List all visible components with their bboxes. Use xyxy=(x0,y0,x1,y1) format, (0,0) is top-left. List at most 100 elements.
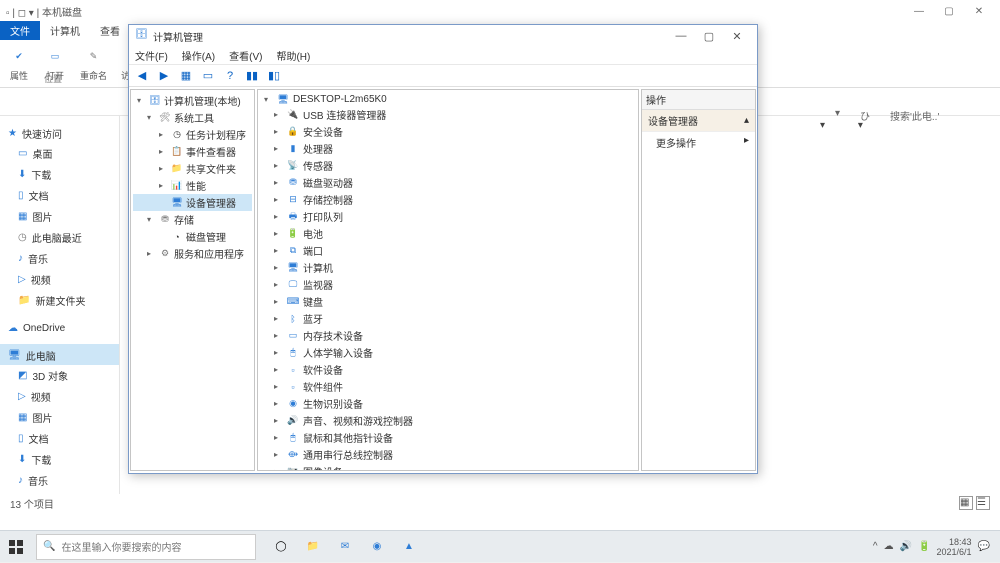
mgmt-app-icon: 🗄 xyxy=(135,29,149,43)
tree-storage[interactable]: ▾⛃存储 xyxy=(133,211,252,228)
device-category[interactable]: ▸⊟存储控制器 xyxy=(262,191,634,208)
sidebar-item[interactable]: ▦图片 xyxy=(0,407,119,428)
device-category[interactable]: ▸◉生物识别设备 xyxy=(262,395,634,412)
sidebar-item[interactable]: ▷视频 xyxy=(0,386,119,407)
start-button[interactable] xyxy=(0,531,32,563)
taskbar-search[interactable]: 🔍在这里输入你要搜索的内容 xyxy=(36,534,256,560)
toolbar-help-button[interactable]: ? xyxy=(221,67,239,85)
tree-device-manager[interactable]: 🖥设备管理器 xyxy=(133,194,252,211)
ribbon-tab-computer[interactable]: 计算机 xyxy=(40,21,90,40)
sidebar-item[interactable]: ◩3D 对象 xyxy=(0,365,119,386)
device-category[interactable]: ▸▫软件组件 xyxy=(262,378,634,395)
tray-onedrive-icon[interactable]: ☁ xyxy=(884,541,894,552)
open-icon: ▭ xyxy=(44,45,66,67)
device-category[interactable]: ▸⟴通用串行总线控制器 xyxy=(262,446,634,463)
event-icon: 📋 xyxy=(171,146,183,158)
device-category[interactable]: ▸🔋电池 xyxy=(262,225,634,242)
taskbar-app[interactable]: ▲ xyxy=(394,532,424,562)
toolbar-back-button[interactable]: ◀ xyxy=(133,67,151,85)
taskbar-explorer[interactable]: 📁 xyxy=(298,532,328,562)
actions-more[interactable]: 更多操作▸ xyxy=(642,132,755,153)
device-rootAlphaComputer[interactable]: ▾🖥DESKTOP-L2m65K0 xyxy=(262,92,634,106)
ribbon-rename[interactable]: ✎重命名 xyxy=(80,45,107,82)
menu-file[interactable]: 文件(F) xyxy=(133,48,170,63)
taskbar-mail[interactable]: ✉ xyxy=(330,532,360,562)
menu-view[interactable]: 查看(V) xyxy=(227,48,264,63)
device-category[interactable]: ▸🖱人体学输入设备 xyxy=(262,344,634,361)
sidebar-quick-access[interactable]: ★快速访问 xyxy=(0,122,119,143)
tree-disk-management[interactable]: ◔磁盘管理 xyxy=(133,228,252,245)
device-category[interactable]: ▸▭内存技术设备 xyxy=(262,327,634,344)
device-category[interactable]: ▸🖵监视器 xyxy=(262,276,634,293)
device-category[interactable]: ▸▫软件设备 xyxy=(262,361,634,378)
taskbar-cortana[interactable]: ◯ xyxy=(266,532,296,562)
tree-event-viewer[interactable]: ▸📋事件查看器 xyxy=(133,143,252,160)
explorer-minimize-button[interactable]: — xyxy=(904,6,934,17)
sidebar-item[interactable]: ◷此电脑最近 xyxy=(0,227,119,248)
tree-root[interactable]: ▾🗄计算机管理(本地) xyxy=(133,92,252,109)
ribbon-properties[interactable]: ✔属性 xyxy=(8,45,30,82)
sidebar-item[interactable]: ▯文档 xyxy=(0,185,119,206)
sidebar-item[interactable]: ⬇下载 xyxy=(0,164,119,185)
toolbar-view-button[interactable]: ▦ xyxy=(177,67,195,85)
device-category[interactable]: ▸⌨键盘 xyxy=(262,293,634,310)
view-details-button[interactable]: ☰ xyxy=(976,496,990,510)
menu-help[interactable]: 帮助(H) xyxy=(274,48,312,63)
tray-overflow[interactable]: ^ xyxy=(873,541,878,552)
tree-system-tools[interactable]: ▾🛠系统工具 xyxy=(133,109,252,126)
device-category[interactable]: ▸🔒安全设备 xyxy=(262,123,634,140)
actions-device-manager[interactable]: 设备管理器▴ xyxy=(642,110,755,132)
view-thumbnails-button[interactable]: ▦ xyxy=(959,496,973,510)
taskbar-edge[interactable]: ◉ xyxy=(362,532,392,562)
toolbar-btn[interactable]: ▮▯ xyxy=(265,67,283,85)
sidebar-item[interactable]: 📁新建文件夹 xyxy=(0,290,119,311)
device-category[interactable]: ▸▮处理器 xyxy=(262,140,634,157)
device-category[interactable]: ▸⧉端口 xyxy=(262,242,634,259)
sidebar-item[interactable]: ♪音乐 xyxy=(0,470,119,491)
sidebar-item[interactable]: ▭桌面 xyxy=(0,143,119,164)
sidebar-item[interactable]: ♪音乐 xyxy=(0,248,119,269)
explorer-maximize-button[interactable]: ▢ xyxy=(934,6,964,17)
device-category-icon: ⟴ xyxy=(287,449,299,461)
toolbar-btn[interactable]: ▮▮ xyxy=(243,67,261,85)
sidebar-item[interactable]: ▷视频 xyxy=(0,269,119,290)
explorer-search[interactable]: 搜索'此电..' xyxy=(890,108,980,123)
tree-services-apps[interactable]: ▸⚙服务和应用程序 xyxy=(133,245,252,262)
tree-performance[interactable]: ▸📊性能 xyxy=(133,177,252,194)
disk-icon: ◔ xyxy=(171,231,183,243)
device-category[interactable]: ▸📡传感器 xyxy=(262,157,634,174)
ribbon-tab-file[interactable]: 文件 xyxy=(0,21,40,40)
device-category-icon: ⊟ xyxy=(287,194,299,206)
device-category[interactable]: ▸📷图像设备 xyxy=(262,463,634,471)
device-category[interactable]: ▸🔊声音、视频和游戏控制器 xyxy=(262,412,634,429)
mgmt-maximize-button[interactable]: ▢ xyxy=(695,30,723,43)
menu-action[interactable]: 操作(A) xyxy=(180,48,217,63)
device-category[interactable]: ▸⛃磁盘驱动器 xyxy=(262,174,634,191)
tray-notifications-icon[interactable]: 💬 xyxy=(978,541,990,552)
mgmt-minimize-button[interactable]: — xyxy=(667,30,695,42)
taskbar-clock[interactable]: 18:43 2021/6/1 xyxy=(937,537,972,557)
toolbar-refresh-button[interactable]: ▭ xyxy=(199,67,217,85)
ribbon-tab-view[interactable]: 查看 xyxy=(90,21,130,40)
device-category[interactable]: ▸🔌USB 连接器管理器 xyxy=(262,106,634,123)
device-category[interactable]: ▸🖶打印队列 xyxy=(262,208,634,225)
tree-task-scheduler[interactable]: ▸◷任务计划程序 xyxy=(133,126,252,143)
sidebar-item[interactable]: ⬇下载 xyxy=(0,449,119,470)
tray-battery-icon[interactable]: 🔋 xyxy=(918,541,930,552)
sidebar-onedrive[interactable]: ☁OneDrive xyxy=(0,319,119,336)
device-category[interactable]: ▸🖱鼠标和其他指针设备 xyxy=(262,429,634,446)
tree-shared-folders[interactable]: ▸📁共享文件夹 xyxy=(133,160,252,177)
toolbar-forward-button[interactable]: ▶ xyxy=(155,67,173,85)
tray-volume-icon[interactable]: 🔊 xyxy=(900,541,912,552)
explorer-close-button[interactable]: ✕ xyxy=(964,6,994,17)
device-category[interactable]: ▸🖥计算机 xyxy=(262,259,634,276)
sidebar-item[interactable]: ▯文档 xyxy=(0,428,119,449)
mgmt-device-list: ▾🖥DESKTOP-L2m65K0 ▸🔌USB 连接器管理器▸🔒安全设备▸▮处理… xyxy=(257,89,639,471)
mgmt-close-button[interactable]: ✕ xyxy=(723,30,751,43)
explorer-statusbar: 13 个项目 ▦ ☰ xyxy=(0,494,1000,514)
sidebar-item[interactable]: ▦图片 xyxy=(0,206,119,227)
device-category[interactable]: ▸ᛒ蓝牙 xyxy=(262,310,634,327)
pc-icon: 🖥 xyxy=(8,350,21,361)
computer-icon: 🗄 xyxy=(149,95,161,107)
sidebar-this-pc[interactable]: 🖥此电脑 xyxy=(0,344,119,365)
